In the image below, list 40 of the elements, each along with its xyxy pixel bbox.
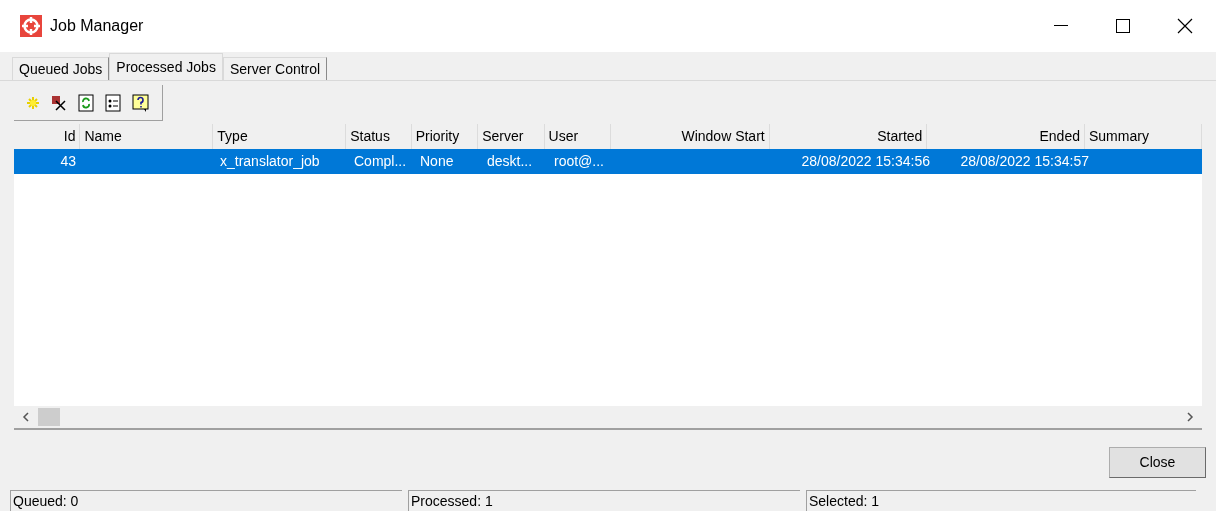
column-header[interactable]: Summary <box>1085 124 1202 149</box>
new-star-icon[interactable] <box>26 95 40 110</box>
tab[interactable]: Queued Jobs <box>12 57 110 80</box>
close-icon[interactable] <box>1177 18 1193 34</box>
column-header[interactable]: Started <box>769 124 928 149</box>
window-title: Job Manager <box>50 16 144 36</box>
list-details-icon[interactable] <box>105 93 121 112</box>
table-cell-text: None <box>420 152 454 171</box>
column-header[interactable]: Ended <box>927 124 1085 149</box>
status-panel: Processed: 1 <box>408 490 800 511</box>
column-header[interactable]: Name <box>80 124 214 149</box>
status-panel: Selected: 1 <box>806 490 1196 511</box>
refresh-icon[interactable] <box>78 93 94 112</box>
scrollbar-thumb[interactable] <box>38 408 60 426</box>
help-icon[interactable] <box>132 93 150 112</box>
column-header[interactable]: Priority <box>411 124 479 149</box>
column-header[interactable]: Window Start <box>611 124 770 149</box>
column-header[interactable]: Server <box>478 124 545 149</box>
column-header[interactable]: Type <box>213 124 347 149</box>
table-cell-text: root@... <box>554 152 604 171</box>
scroll-left-icon[interactable] <box>22 412 30 422</box>
status-panel: Queued: 0 <box>10 490 402 511</box>
table-cell-text: 28/08/2022 15:34:56 <box>801 152 930 171</box>
close-button[interactable]: Close <box>1109 447 1206 478</box>
minimize-icon[interactable] <box>1054 25 1068 27</box>
tab[interactable]: Server Control <box>222 57 328 80</box>
table-cell-text: deskt... <box>487 152 533 171</box>
maximize-icon[interactable] <box>1116 19 1130 33</box>
table-row[interactable]: 43 x_translator_job Compl... None deskt... root@... 28/08/2022 15:34:56 28/08/2022 15:34:57 <box>14 149 1202 174</box>
table-cell-text: Compl... <box>354 152 407 171</box>
table-cell-text: 43 <box>60 152 76 171</box>
table-cell-text: x_translator_job <box>220 152 320 171</box>
tab[interactable]: Processed Jobs <box>109 53 223 80</box>
delete-icon[interactable] <box>51 94 67 111</box>
scroll-right-icon[interactable] <box>1186 412 1194 422</box>
column-header[interactable]: Id <box>14 124 81 149</box>
column-header[interactable]: Status <box>346 124 412 149</box>
column-header[interactable]: User <box>544 124 612 149</box>
table-cell-text: 28/08/2022 15:34:57 <box>960 152 1089 171</box>
app-logo-icon <box>20 15 42 37</box>
